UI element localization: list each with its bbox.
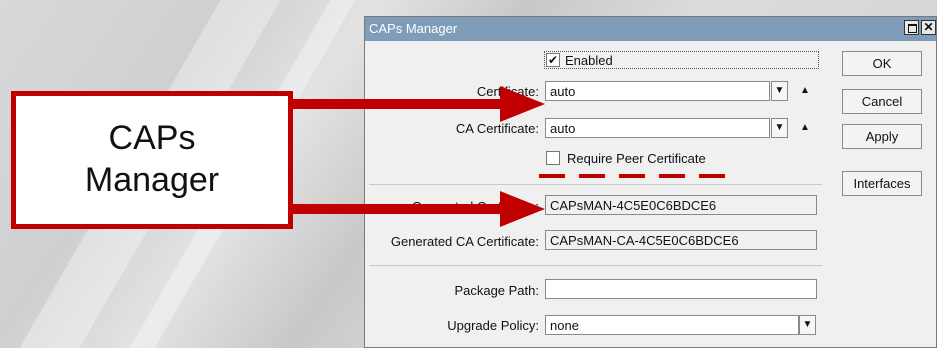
annotation-arrows — [293, 86, 545, 227]
arrow-to-certificate — [293, 86, 545, 122]
arrow-to-generated-certificate — [293, 191, 545, 227]
